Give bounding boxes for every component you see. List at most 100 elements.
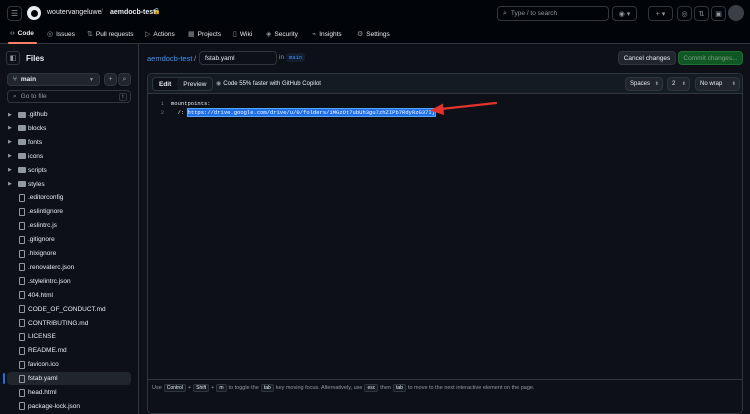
tree-file-item[interactable]: favicon.ico xyxy=(0,358,138,371)
repo-name-link[interactable]: aemdocb-test xyxy=(110,9,156,16)
chevron-right-icon[interactable]: ▶ xyxy=(8,112,12,118)
github-logo-icon[interactable] xyxy=(27,6,41,20)
tree-file-item[interactable]: 404.html xyxy=(0,289,138,302)
code-icon: ‹› xyxy=(10,30,15,37)
tree-file-item[interactable]: package-lock.json xyxy=(0,400,138,413)
tab-code[interactable]: ‹› Code xyxy=(10,30,34,37)
tab-projects[interactable]: ▦ Projects xyxy=(188,30,221,39)
avatar[interactable] xyxy=(728,5,744,21)
search-files-button[interactable]: ⌕ xyxy=(118,73,131,86)
indent-size-select[interactable]: 2 ⬍ xyxy=(667,77,690,91)
repo-nav: ‹› Code ◎ Issues ⇅ Pull requests ▷ Actions ▦… xyxy=(0,27,750,44)
editor-help-footer: Use Control + Shift + m to toggle the ta… xyxy=(148,379,742,413)
code-editor: Edit Preview ◉ Code 55% faster with GitH… xyxy=(147,73,743,414)
tree-file-item[interactable]: .stylelintrc.json xyxy=(0,275,138,288)
tree-item-label: favicon.ico xyxy=(28,361,59,369)
copilot-promo-text: Code 55% faster with GitHub Copilot xyxy=(223,80,321,87)
tree-folder-item[interactable]: ▶ blocks xyxy=(0,122,138,135)
selected-drive-url[interactable]: https://drive.google.com/drive/u/0/folde… xyxy=(186,108,437,117)
file-icon xyxy=(19,305,25,314)
chevron-right-icon[interactable]: ▶ xyxy=(8,153,12,159)
search-input[interactable]: ⌕ Type / to search xyxy=(497,6,609,21)
git-branch-icon: ⑂ xyxy=(13,76,17,83)
repo-owner-link[interactable]: woutervangeluwe xyxy=(47,9,101,16)
tab-insights[interactable]: ⌁ Insights xyxy=(312,30,342,39)
tab-security[interactable]: ◈ Security xyxy=(266,30,298,39)
search-icon: ⌕ xyxy=(122,75,127,83)
commit-changes-button[interactable]: Commit changes... xyxy=(678,51,743,65)
chevron-right-icon[interactable]: ▶ xyxy=(8,139,12,145)
tree-file-item[interactable]: fstab.yaml xyxy=(3,372,131,386)
file-icon xyxy=(19,360,25,369)
tab-actions[interactable]: ▷ Actions xyxy=(145,30,175,39)
pull-requests-button[interactable]: ⇅ xyxy=(694,6,709,21)
tab-wiki[interactable]: ▯ Wiki xyxy=(233,30,252,39)
wrap-mode-select[interactable]: No wrap ⬍ xyxy=(695,77,740,91)
code-line[interactable]: /: https://drive.google.com/drive/u/0/fo… xyxy=(171,108,437,117)
indent-mode-select[interactable]: Spaces ⬍ xyxy=(625,77,663,91)
folder-icon xyxy=(18,167,26,174)
copilot-promo-link[interactable]: ◉ Code 55% faster with GitHub Copilot xyxy=(216,80,321,88)
keyboard-help-text: Use Control + Shift + m to toggle the ta… xyxy=(152,384,535,392)
tree-file-item[interactable]: CODE_OF_CONDUCT.md xyxy=(0,303,138,316)
file-icon xyxy=(19,291,25,300)
tree-folder-item[interactable]: ▶ icons xyxy=(0,150,138,163)
search-icon: ⌕ xyxy=(503,9,507,17)
go-to-file-input[interactable]: ⌕ Go to file t xyxy=(7,90,131,103)
add-file-button[interactable]: + xyxy=(104,73,117,86)
tab-pull-requests[interactable]: ⇅ Pull requests xyxy=(87,30,134,39)
tree-item-label: scripts xyxy=(28,166,47,174)
indent-mode-value: Spaces xyxy=(630,81,651,87)
branch-name: main xyxy=(20,76,37,83)
tree-file-item[interactable]: .hlxignore xyxy=(0,247,138,260)
tree-item-label: .gitignore xyxy=(28,236,55,244)
tree-folder-item[interactable]: ▶ scripts xyxy=(0,164,138,177)
tree-file-item[interactable]: LICENSE xyxy=(0,330,138,343)
file-icon xyxy=(19,346,25,355)
cancel-changes-button[interactable]: Cancel changes xyxy=(618,51,676,65)
copilot-icon: ◉ ▾ xyxy=(618,10,631,18)
tab-issues[interactable]: ◎ Issues xyxy=(47,30,75,39)
tree-file-item[interactable]: .renovaterc.json xyxy=(0,261,138,274)
chevron-updown-icon: ⬍ xyxy=(731,81,736,87)
copilot-button[interactable]: ◉ ▾ xyxy=(612,6,637,21)
table-icon: ▦ xyxy=(188,31,195,38)
tab-preview[interactable]: Preview xyxy=(177,78,212,90)
tree-file-item[interactable]: CONTRIBUTING.md xyxy=(0,317,138,330)
help-text: key moving focus. Alternatively, use xyxy=(275,385,363,391)
tree-file-item[interactable]: .eslintignore xyxy=(0,205,138,218)
code-area[interactable]: 1 mountpoints: 2 /: https://drive.google… xyxy=(148,95,742,395)
issues-button[interactable]: ◎ xyxy=(677,6,692,21)
tree-file-item[interactable]: .gitignore xyxy=(0,233,138,246)
issue-icon: ◎ xyxy=(47,31,54,38)
chevron-right-icon[interactable]: ▶ xyxy=(8,181,12,187)
help-text: Use xyxy=(152,385,162,391)
breadcrumb-separator: / xyxy=(194,54,197,63)
tab-settings[interactable]: ⚙ Settings xyxy=(357,30,390,39)
code-line[interactable]: mountpoints: xyxy=(171,100,211,107)
chevron-right-icon[interactable]: ▶ xyxy=(8,125,12,131)
tab-pull-requests-label: Pull requests xyxy=(95,30,134,38)
tab-edit[interactable]: Edit xyxy=(153,78,178,90)
chevron-right-icon[interactable]: ▶ xyxy=(8,167,12,173)
tree-folder-item[interactable]: ▶ fonts xyxy=(0,136,138,149)
tree-folder-item[interactable]: ▶ .github xyxy=(0,108,138,121)
create-new-button[interactable]: + ▾ xyxy=(648,6,673,21)
menu-icon[interactable]: ☰ xyxy=(7,6,22,21)
breadcrumb-repo-link[interactable]: aemdocb-test xyxy=(147,54,192,63)
tree-file-item[interactable]: head.html xyxy=(0,386,138,399)
branch-selector[interactable]: ⑂ main ▼ xyxy=(7,73,100,86)
tree-file-item[interactable]: README.md xyxy=(0,344,138,357)
in-label: in xyxy=(279,54,285,61)
inbox-button[interactable]: ▣ xyxy=(711,6,726,21)
gear-icon: ⚙ xyxy=(357,31,364,38)
tree-folder-item[interactable]: ▶ styles xyxy=(0,178,138,191)
tree-file-item[interactable]: .editorconfig xyxy=(0,191,138,204)
filename-input[interactable] xyxy=(199,51,277,65)
tree-item-label: head.html xyxy=(28,389,57,396)
tree-file-item[interactable]: .eslintrc.js xyxy=(0,219,138,232)
file-icon xyxy=(19,263,25,272)
sidebar-collapse-icon[interactable]: ◧ xyxy=(6,51,20,65)
issue-opened-icon: ◎ xyxy=(681,10,688,18)
folder-icon xyxy=(18,181,26,187)
